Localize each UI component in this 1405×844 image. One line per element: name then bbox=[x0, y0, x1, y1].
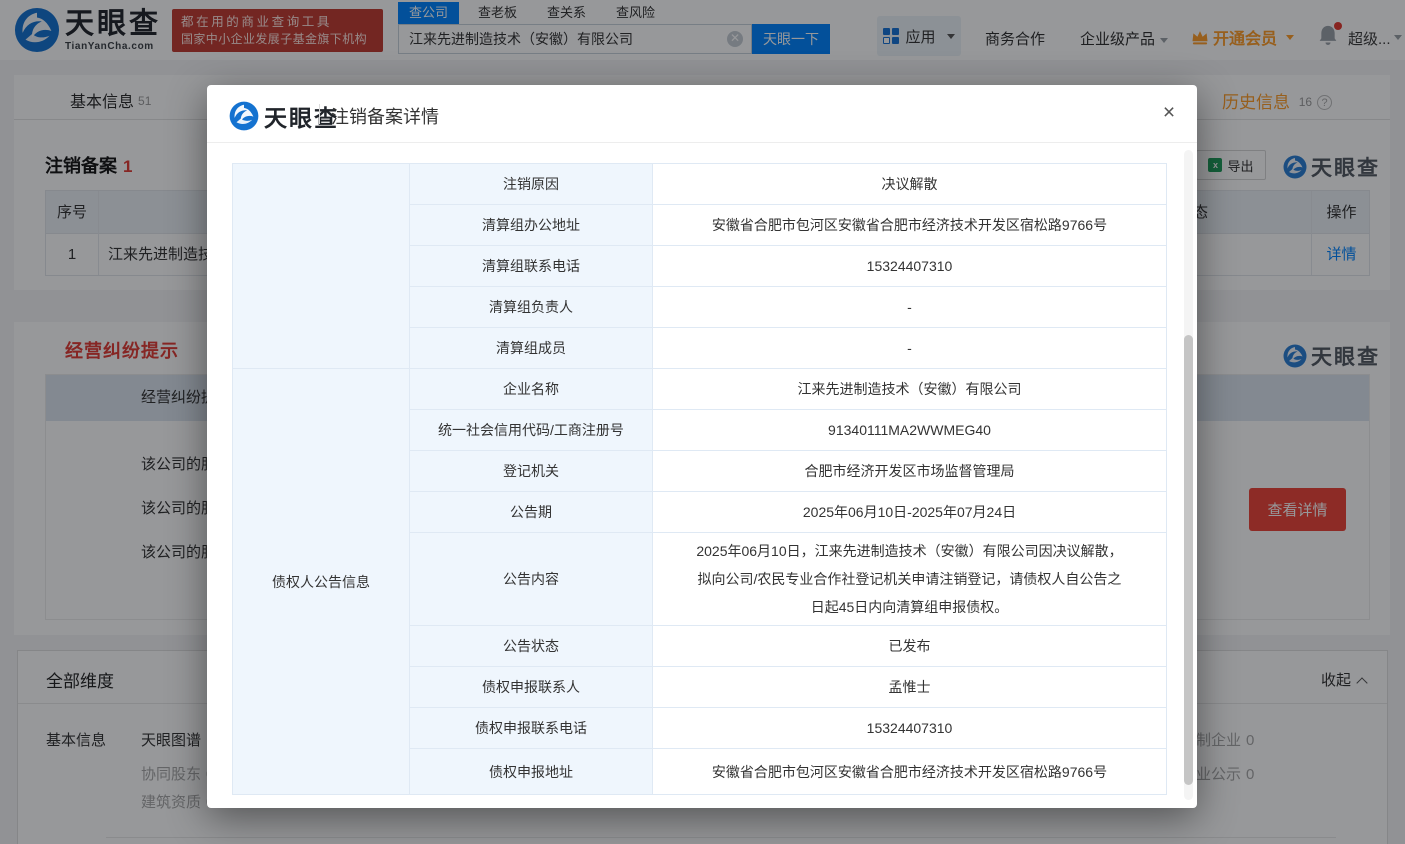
detail-label: 登记机关 bbox=[410, 451, 653, 492]
detail-value: 江来先进制造技术（安徽）有限公司 bbox=[653, 369, 1167, 410]
detail-value: 91340111MA2WWMEG40 bbox=[653, 410, 1167, 451]
detail-label: 公告期 bbox=[410, 492, 653, 533]
detail-value: 2025年06月10日-2025年07月24日 bbox=[653, 492, 1167, 533]
close-icon[interactable]: × bbox=[1155, 99, 1183, 127]
detail-row: 债权人公告信息企业名称江来先进制造技术（安徽）有限公司 bbox=[233, 369, 1167, 410]
detail-value: 安徽省合肥市包河区安徽省合肥市经济技术开发区宿松路9766号 bbox=[653, 749, 1167, 795]
detail-label: 债权申报地址 bbox=[410, 749, 653, 795]
modal-brand: 天眼查 bbox=[264, 99, 339, 133]
cancellation-detail-table: 注销原因决议解散清算组办公地址安徽省合肥市包河区安徽省合肥市经济技术开发区宿松路… bbox=[232, 163, 1167, 795]
modal-title: 注销备案详情 bbox=[331, 103, 439, 129]
detail-value: 合肥市经济开发区市场监督管理局 bbox=[653, 451, 1167, 492]
detail-group-label bbox=[233, 164, 410, 369]
detail-label: 债权申报联系人 bbox=[410, 667, 653, 708]
tianyancha-logo: 天眼查 bbox=[229, 99, 339, 133]
cancellation-detail-modal: 天眼查 注销备案详情 × 注销原因决议解散清算组办公地址安徽省合肥市包河区安徽省… bbox=[207, 85, 1197, 808]
page-root: 天眼查 TianYanCha.com 都在用的商业查询工具 国家中小企业发展子基… bbox=[0, 0, 1405, 844]
detail-value: 孟惟士 bbox=[653, 667, 1167, 708]
cancellation-detail-table-body: 注销原因决议解散清算组办公地址安徽省合肥市包河区安徽省合肥市经济技术开发区宿松路… bbox=[233, 164, 1167, 795]
detail-value: 安徽省合肥市包河区安徽省合肥市经济技术开发区宿松路9766号 bbox=[653, 205, 1167, 246]
detail-value: 15324407310 bbox=[653, 246, 1167, 287]
detail-value: 15324407310 bbox=[653, 708, 1167, 749]
detail-label: 清算组负责人 bbox=[410, 287, 653, 328]
detail-label: 统一社会信用代码/工商注册号 bbox=[410, 410, 653, 451]
detail-group-label: 债权人公告信息 bbox=[233, 369, 410, 795]
detail-label: 公告状态 bbox=[410, 626, 653, 667]
tianyancha-logo-icon bbox=[229, 101, 259, 131]
detail-value: - bbox=[653, 328, 1167, 369]
detail-value: 已发布 bbox=[653, 626, 1167, 667]
modal-header: 天眼查 注销备案详情 × bbox=[207, 85, 1197, 143]
detail-label: 注销原因 bbox=[410, 164, 653, 205]
modal-scrollbar-thumb[interactable] bbox=[1184, 335, 1193, 785]
detail-label: 企业名称 bbox=[410, 369, 653, 410]
detail-value: - bbox=[653, 287, 1167, 328]
detail-label: 清算组成员 bbox=[410, 328, 653, 369]
detail-value: 决议解散 bbox=[653, 164, 1167, 205]
detail-label: 清算组联系电话 bbox=[410, 246, 653, 287]
detail-label: 清算组办公地址 bbox=[410, 205, 653, 246]
detail-label: 公告内容 bbox=[410, 533, 653, 626]
detail-value: 2025年06月10日，江来先进制造技术（安徽）有限公司因决议解散，拟向公司/农… bbox=[653, 533, 1167, 626]
detail-row: 注销原因决议解散 bbox=[233, 164, 1167, 205]
detail-label: 债权申报联系电话 bbox=[410, 708, 653, 749]
